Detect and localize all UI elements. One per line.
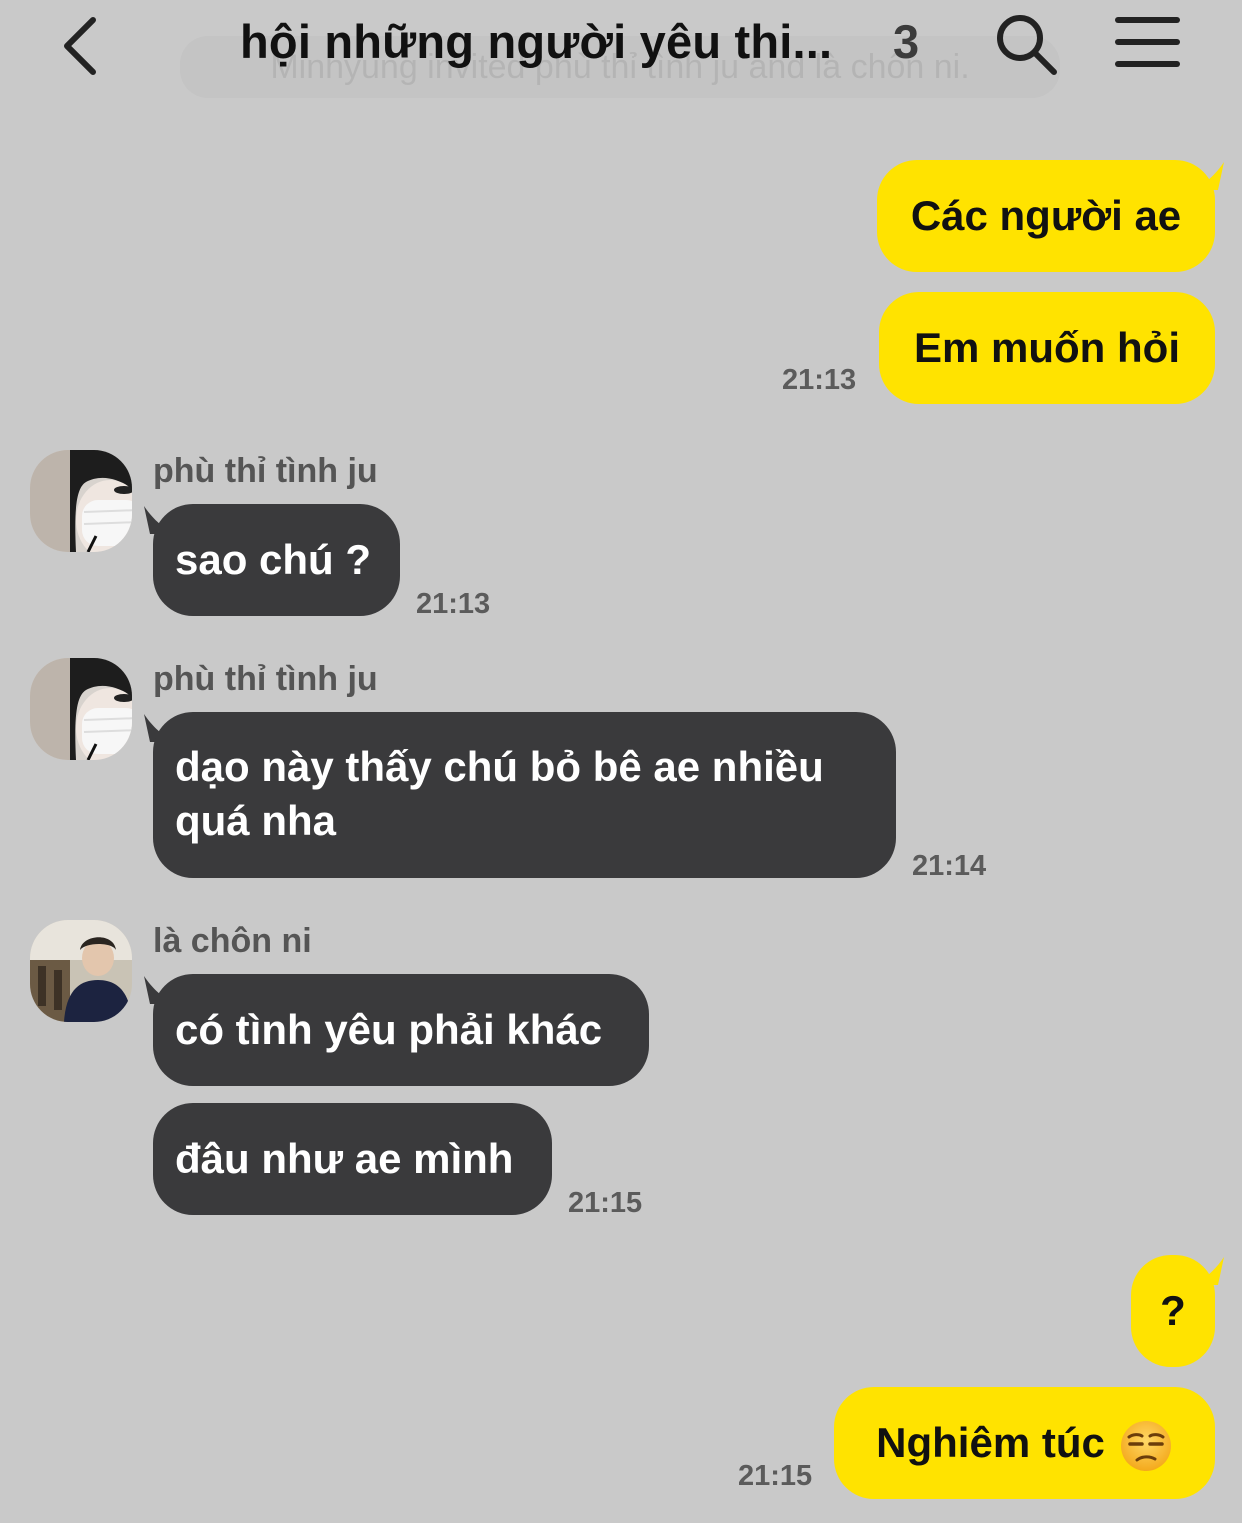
chevron-left-icon: [64, 17, 96, 75]
bubble-tail: [1190, 162, 1224, 190]
message-text-line: quá nha: [175, 797, 337, 844]
message-timestamp: 21:13: [416, 588, 491, 620]
message-text: sao chú ?: [175, 536, 372, 583]
message-text-line: dạo này thấy chú bỏ bê ae nhiều: [175, 743, 824, 790]
received-message-bubble[interactable]: sao chú ?: [153, 504, 400, 616]
search-button[interactable]: [992, 10, 1062, 80]
sender-name: là chôn ni: [153, 922, 312, 960]
avatar[interactable]: [30, 450, 132, 552]
sender-name: phù thỉ tình ju: [153, 660, 378, 698]
message-text: có tình yêu phải khác: [175, 1006, 603, 1053]
avatar[interactable]: [30, 920, 132, 1022]
received-message-bubble[interactable]: dạo này thấy chú bỏ bê ae nhiều quá nha: [153, 712, 896, 878]
avatar[interactable]: [30, 658, 132, 760]
received-message-bubble[interactable]: đâu như ae mình: [153, 1103, 552, 1215]
message-text: đâu như ae mình: [175, 1135, 514, 1182]
chat-title[interactable]: hội những người yêu thi...: [240, 14, 832, 69]
hamburger-menu-icon: [1115, 17, 1180, 67]
my-message-bubble[interactable]: Em muốn hỏi: [879, 292, 1215, 404]
search-icon: [997, 15, 1057, 75]
back-button[interactable]: [55, 10, 115, 80]
message-timestamp: 21:13: [782, 364, 857, 396]
unamused-face-icon: [1120, 1420, 1171, 1471]
message-timestamp: 21:15: [738, 1460, 813, 1492]
menu-button[interactable]: [1110, 12, 1185, 72]
message-timestamp: 21:15: [568, 1187, 643, 1219]
my-message-bubble[interactable]: Nghiêm túc: [834, 1387, 1215, 1499]
received-message-bubble[interactable]: có tình yêu phải khác: [153, 974, 649, 1086]
sender-name: phù thỉ tình ju: [153, 452, 378, 490]
member-count: 3: [893, 15, 920, 68]
bubble-tail: [1190, 1257, 1224, 1285]
chat-header: Minhyung invited phù thỉ tình ju and là …: [0, 0, 1242, 100]
message-text: Em muốn hỏi: [914, 324, 1180, 371]
my-message-bubble[interactable]: Các người ae: [877, 160, 1215, 272]
message-timestamp: 21:14: [912, 850, 987, 882]
message-text: ?: [1160, 1287, 1186, 1334]
message-text: Nghiêm túc: [876, 1419, 1105, 1466]
message-text: Các người ae: [910, 192, 1182, 239]
